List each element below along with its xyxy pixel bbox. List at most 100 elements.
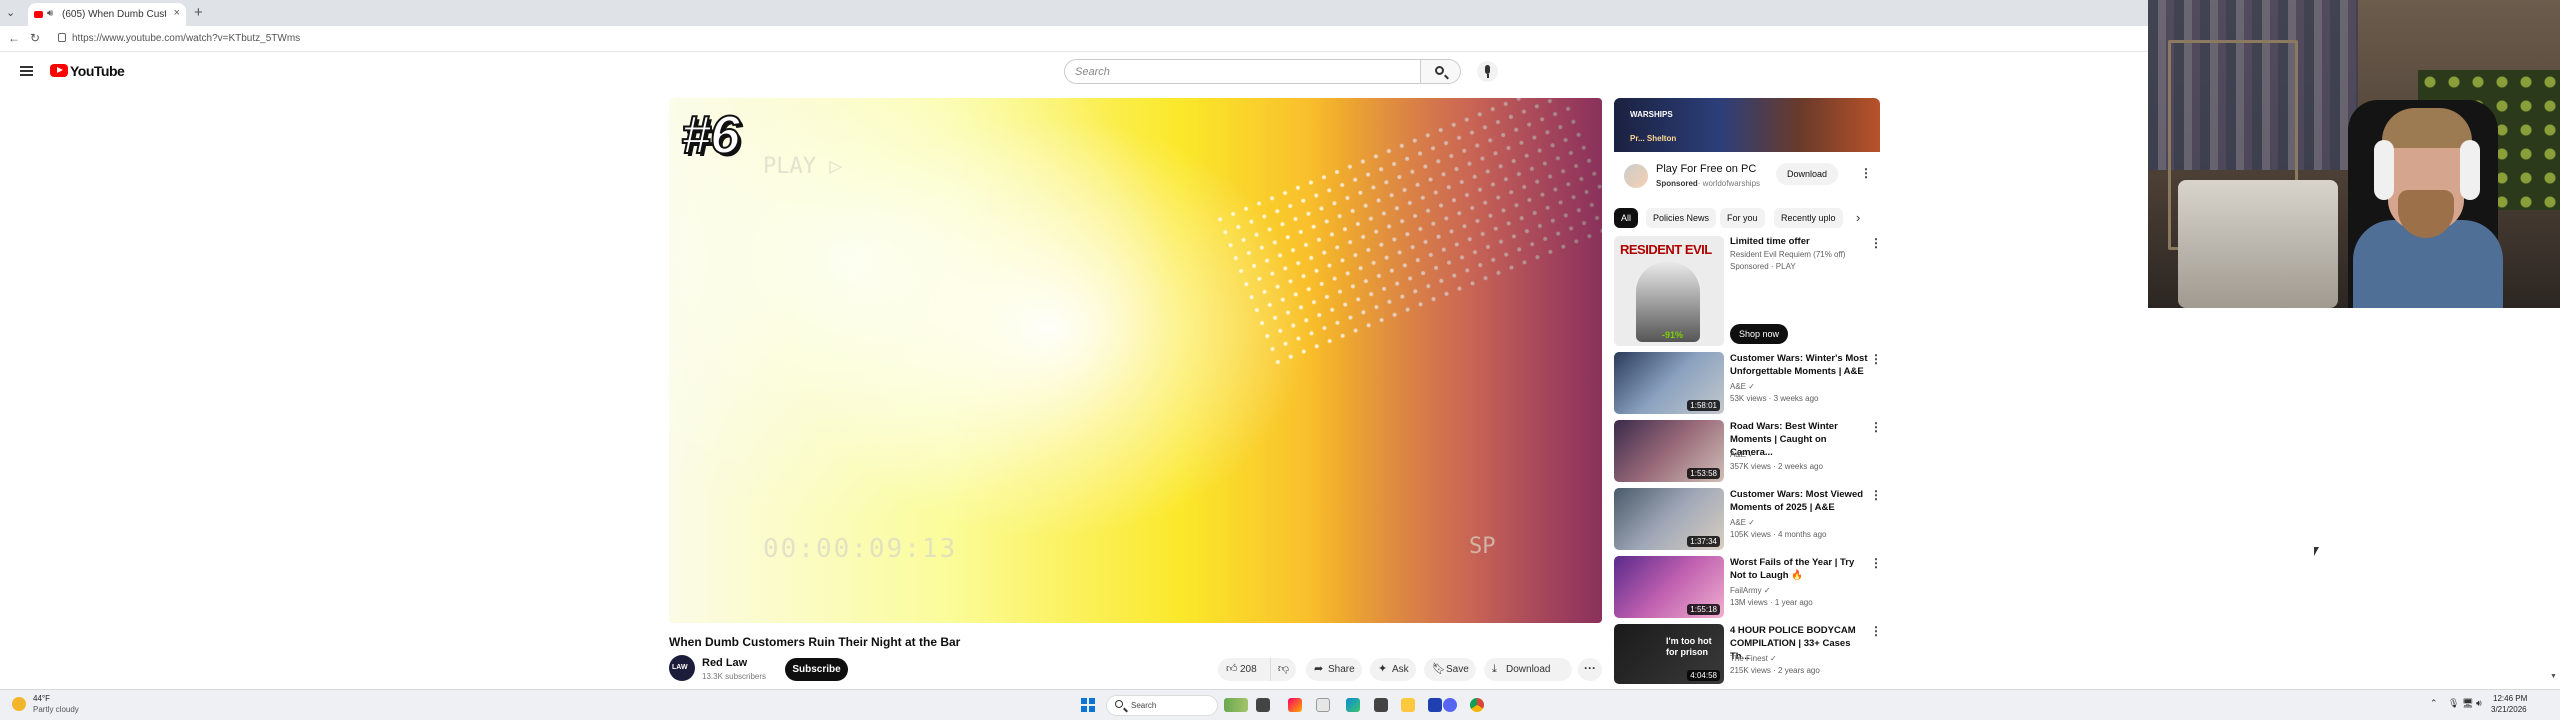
rec-meta-4: 215K views · 2 years ago — [1730, 666, 1820, 675]
rec-title-3[interactable]: Worst Fails of the Year | Try Not to Lau… — [1730, 556, 1870, 582]
ad-more-icon[interactable]: ⋮ — [1860, 166, 1872, 180]
windows-taskbar: 44°F Partly cloudy Search ⌃ 🎙︎ 🖥︎ 🔊︎ 12:… — [0, 689, 2560, 720]
screen: ⌄ 🔊︎ (605) When Dumb Customers × + ← ↻ h… — [0, 0, 2560, 720]
shop-ad-more-icon[interactable]: ⋮ — [1870, 236, 1882, 250]
share-icon: ➦ — [1314, 663, 1324, 675]
rec-channel-4[interactable]: The Finest ✓ — [1730, 654, 1777, 663]
weather-description[interactable]: Partly cloudy — [33, 705, 79, 714]
reload-icon[interactable]: ↻ — [30, 31, 40, 45]
chip-recently-uploaded[interactable]: Recently uplo — [1774, 208, 1843, 228]
rec-more-icon-2[interactable]: ⋮ — [1870, 488, 1882, 502]
mic-tray-icon[interactable]: 🎙︎ — [2448, 698, 2459, 709]
thumbs-down-icon: 👎︎ — [1277, 663, 1290, 675]
task-view-icon[interactable] — [1256, 698, 1270, 712]
like-button[interactable]: 👍︎ 208 — [1218, 658, 1270, 681]
download-button[interactable]: ⤓ Download — [1484, 658, 1572, 681]
ask-button[interactable]: ✦ Ask — [1370, 658, 1416, 681]
edge-browser-icon[interactable] — [1346, 698, 1360, 712]
download-label: Download — [1506, 664, 1551, 675]
video-title: When Dumb Customers Ruin Their Night at … — [669, 635, 961, 649]
channel-avatar[interactable] — [669, 655, 695, 681]
rec-title-0[interactable]: Customer Wars: Winter's Most Unforgettab… — [1730, 352, 1870, 378]
rec-thumbnail-1[interactable]: 1:53:58 — [1614, 420, 1724, 482]
search-placeholder: Search — [1075, 66, 1110, 78]
network-icon[interactable]: 🖥︎ — [2462, 698, 2473, 709]
search-input[interactable]: Search — [1064, 59, 1421, 84]
bookmark-icon: 🔖︎ — [1432, 663, 1446, 675]
chevron-right-icon[interactable]: › — [1856, 210, 1860, 225]
rec-thumbnail-3[interactable]: 1:55:18 — [1614, 556, 1724, 618]
rec-title-2[interactable]: Customer Wars: Most Viewed Moments of 20… — [1730, 488, 1870, 514]
shop-discount: -91% — [1662, 330, 1684, 340]
taskbar-date[interactable]: 3/21/2026 — [2491, 705, 2527, 714]
widgets-icon[interactable] — [1224, 698, 1248, 712]
rec-channel-0[interactable]: A&E ✓ — [1730, 382, 1755, 391]
windows-start-icon[interactable] — [1081, 698, 1095, 712]
video-player[interactable]: #6 PLAY ▷ 00:00:09:13 SP — [669, 98, 1602, 623]
youtube-logo-text[interactable]: YouTube — [70, 63, 125, 79]
ad-banner-image[interactable]: WARSHIPS Pr... Shelton — [1614, 98, 1880, 152]
video-frame-shadow — [1309, 98, 1602, 623]
copilot-icon[interactable] — [1288, 698, 1302, 712]
close-tab-icon[interactable]: × — [174, 7, 180, 19]
chip-all[interactable]: All — [1614, 208, 1639, 228]
rec-more-icon-4[interactable]: ⋮ — [1870, 624, 1882, 638]
taskbar-search-label: Search — [1131, 701, 1157, 710]
browser-tab-active[interactable]: 🔊︎ (605) When Dumb Customers × — [28, 3, 186, 26]
voice-search-mic-icon[interactable] — [1477, 61, 1498, 82]
rec-meta-2: 105K views · 4 months ago — [1730, 530, 1827, 539]
tab-list-chevron-icon[interactable]: ⌄ — [6, 6, 15, 19]
menu-icon[interactable] — [20, 66, 33, 76]
lock-icon[interactable] — [58, 33, 66, 42]
back-arrow-icon[interactable]: ← — [8, 31, 20, 45]
url-field[interactable]: https://www.youtube.com/watch?v=KTbutz_5… — [72, 33, 300, 44]
audio-playing-icon[interactable]: 🔊︎ — [47, 8, 53, 19]
shop-ad-thumbnail[interactable]: RESIDENT EVIL -91% — [1614, 236, 1724, 346]
shop-ad-sponsored: Sponsored · PLAY — [1730, 262, 1796, 271]
dislike-button[interactable]: 👎︎ — [1270, 658, 1296, 681]
subscribe-button[interactable]: Subscribe — [785, 658, 848, 681]
rec-duration-3: 1:55:18 — [1687, 604, 1720, 615]
address-bar: ← ↻ https://www.youtube.com/watch?v=KTbu… — [0, 26, 2148, 52]
rec-thumbnail-0[interactable]: 1:58:01 — [1614, 352, 1724, 414]
volume-icon[interactable]: 🔊︎ — [2476, 698, 2482, 709]
weather-sun-icon[interactable] — [12, 697, 26, 711]
weather-temperature[interactable]: 44°F — [33, 694, 50, 703]
taskbar-time[interactable]: 12:46 PM — [2493, 694, 2527, 703]
search-button[interactable] — [1421, 59, 1461, 84]
vhs-mode-overlay: SP — [1469, 534, 1496, 559]
shop-ad-title[interactable]: Limited time offer — [1730, 236, 1810, 247]
rec-channel-1[interactable]: A&E ✓ — [1730, 450, 1755, 459]
rec-thumbnail-4[interactable]: I'm too hot for prison 4:04:58 — [1614, 624, 1724, 684]
rec-more-icon-1[interactable]: ⋮ — [1870, 420, 1882, 434]
youtube-logo-icon[interactable] — [50, 64, 68, 77]
chip-for-you[interactable]: For you — [1720, 208, 1765, 228]
rec-channel-2[interactable]: A&E ✓ — [1730, 518, 1755, 527]
ad-title[interactable]: Play For Free on PC — [1656, 163, 1756, 175]
file-explorer-icon[interactable] — [1401, 698, 1415, 712]
rec-more-icon-3[interactable]: ⋮ — [1870, 556, 1882, 570]
rec-channel-3[interactable]: FailArmy ✓ — [1730, 586, 1770, 595]
save-button[interactable]: 🔖︎ Save — [1424, 658, 1476, 681]
tab-title: (605) When Dumb Customers — [62, 9, 166, 20]
shop-now-button[interactable]: Shop now — [1730, 324, 1788, 344]
rec-meta-3: 13M views · 1 year ago — [1730, 598, 1813, 607]
like-count: 208 — [1240, 664, 1257, 675]
chip-policies-news[interactable]: Policies News — [1646, 208, 1717, 228]
tray-overflow-chevron-icon[interactable]: ⌃ — [2430, 698, 2438, 709]
ad-download-button[interactable]: Download — [1776, 163, 1838, 185]
terminal-icon[interactable] — [1374, 698, 1388, 712]
rec-more-icon-0[interactable]: ⋮ — [1870, 352, 1882, 366]
share-button[interactable]: ➦ Share — [1306, 658, 1362, 681]
ad-advertiser-logo[interactable] — [1624, 164, 1648, 188]
scroll-down-arrow-icon[interactable]: ▼ — [2550, 673, 2557, 680]
chat-app-icon[interactable] — [1443, 698, 1457, 712]
taskbar-search[interactable]: Search — [1106, 695, 1218, 716]
new-tab-button[interactable]: + — [194, 4, 203, 21]
channel-name[interactable]: Red Law — [702, 657, 747, 669]
rec-thumbnail-2[interactable]: 1:37:34 — [1614, 488, 1724, 550]
more-actions-button[interactable]: ··· — [1578, 658, 1602, 681]
rec-duration-2: 1:37:34 — [1687, 536, 1720, 547]
headset-right-icon — [2460, 140, 2480, 200]
notepad-icon[interactable] — [1316, 698, 1330, 712]
